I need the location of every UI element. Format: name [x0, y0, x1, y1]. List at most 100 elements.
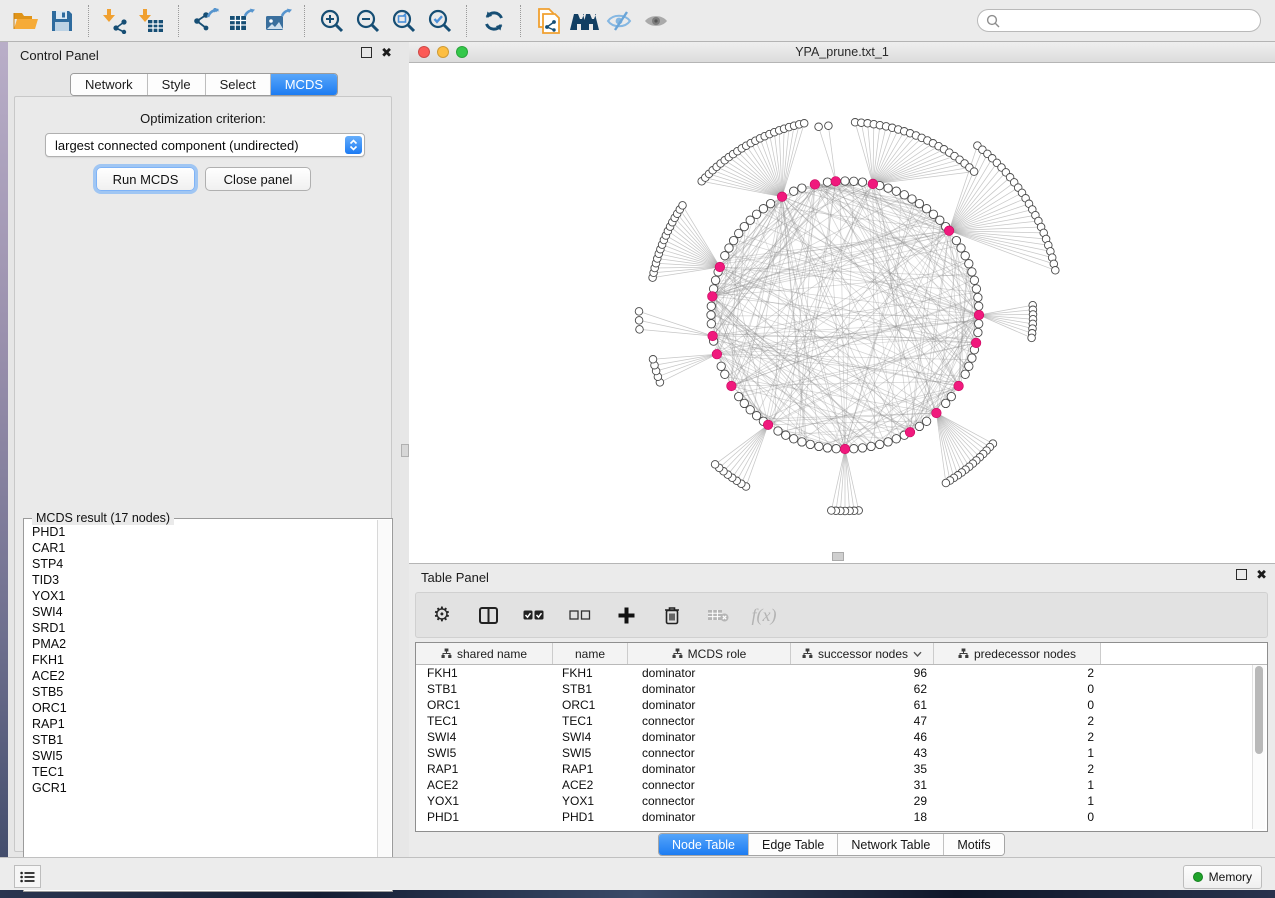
table-cell[interactable]: 18 — [791, 810, 934, 824]
network-canvas[interactable] — [409, 63, 1275, 563]
table-cell[interactable]: 1 — [934, 746, 1101, 760]
table-cell[interactable]: 2 — [934, 714, 1101, 728]
mcds-result-item[interactable]: SWI4 — [32, 604, 378, 620]
table-cell[interactable]: YOX1 — [553, 794, 628, 808]
search-input[interactable] — [1005, 13, 1252, 29]
table-cell[interactable]: 46 — [791, 730, 934, 744]
show-columns-icon[interactable] — [476, 603, 500, 627]
mcds-result-item[interactable]: TEC1 — [32, 764, 378, 780]
table-cell[interactable]: 62 — [791, 682, 934, 696]
table-cell[interactable]: ORC1 — [553, 698, 628, 712]
export-network-icon[interactable] — [188, 5, 224, 37]
table-cell[interactable]: 2 — [934, 762, 1101, 776]
copy-network-style-icon[interactable] — [530, 5, 566, 37]
column-header-successor-nodes[interactable]: successor nodes — [791, 643, 934, 664]
table-row[interactable]: ORC1ORC1dominator610 — [416, 697, 1267, 713]
table-cell[interactable]: dominator — [628, 698, 791, 712]
select-all-icon[interactable] — [522, 603, 546, 627]
mcds-list-scrollbar[interactable] — [377, 520, 391, 890]
table-cell[interactable]: RAP1 — [553, 762, 628, 776]
mcds-result-item[interactable]: PHD1 — [32, 524, 378, 540]
optimization-criterion-select[interactable]: largest connected component (undirected) — [45, 133, 365, 157]
table-cell[interactable]: 1 — [934, 794, 1101, 808]
mcds-result-item[interactable]: PMA2 — [32, 636, 378, 652]
column-header-MCDS-role[interactable]: MCDS role — [628, 643, 791, 664]
table-cell[interactable]: dominator — [628, 762, 791, 776]
table-scrollbar[interactable] — [1252, 665, 1265, 829]
function-builder-icon[interactable]: f(x) — [752, 603, 776, 627]
table-cell[interactable]: TEC1 — [553, 714, 628, 728]
table-cell[interactable]: connector — [628, 714, 791, 728]
mcds-result-item[interactable]: RAP1 — [32, 716, 378, 732]
table-options-icon[interactable]: ⚙ — [430, 603, 454, 627]
table-cell[interactable]: dominator — [628, 810, 791, 824]
mcds-result-item[interactable]: SWI5 — [32, 748, 378, 764]
table-cell[interactable]: 47 — [791, 714, 934, 728]
show-all-icon[interactable] — [638, 5, 674, 37]
hide-selected-icon[interactable] — [602, 5, 638, 37]
table-row[interactable]: STB1STB1dominator620 — [416, 681, 1267, 697]
zoom-out-icon[interactable] — [350, 5, 386, 37]
tab-node-table[interactable]: Node Table — [659, 834, 749, 855]
horizontal-splitter-handle[interactable] — [832, 552, 844, 561]
table-cell[interactable]: 43 — [791, 746, 934, 760]
task-history-button[interactable] — [14, 865, 41, 888]
table-cell[interactable]: ACE2 — [416, 778, 553, 792]
mcds-result-list[interactable]: PHD1CAR1STP4TID3YOX1SWI4SRD1PMA2FKH1ACE2… — [25, 522, 378, 890]
table-cell[interactable]: 2 — [934, 666, 1101, 680]
table-cell[interactable]: SWI5 — [553, 746, 628, 760]
splitter-handle[interactable] — [401, 444, 409, 457]
table-cell[interactable]: dominator — [628, 666, 791, 680]
delete-table-icon[interactable] — [706, 603, 730, 627]
mcds-result-item[interactable]: ACE2 — [32, 668, 378, 684]
table-cell[interactable]: YOX1 — [416, 794, 553, 808]
table-cell[interactable]: 0 — [934, 698, 1101, 712]
table-cell[interactable]: connector — [628, 778, 791, 792]
table-cell[interactable]: ORC1 — [416, 698, 553, 712]
table-row[interactable]: SWI4SWI4dominator462 — [416, 729, 1267, 745]
table-row[interactable]: TEC1TEC1connector472 — [416, 713, 1267, 729]
close-panel-icon[interactable]: ✖ — [381, 47, 392, 58]
table-cell[interactable]: connector — [628, 746, 791, 760]
float-window-icon[interactable] — [1236, 569, 1247, 580]
import-table-icon[interactable] — [134, 5, 170, 37]
deselect-all-icon[interactable] — [568, 603, 592, 627]
delete-column-icon[interactable] — [660, 603, 684, 627]
refresh-icon[interactable] — [476, 5, 512, 37]
mcds-result-item[interactable]: YOX1 — [32, 588, 378, 604]
column-header-name[interactable]: name — [553, 643, 628, 664]
close-panel-button[interactable]: Close panel — [205, 167, 311, 191]
birds-eye-view-icon[interactable] — [566, 5, 602, 37]
float-window-icon[interactable] — [361, 47, 372, 58]
export-table-icon[interactable] — [224, 5, 260, 37]
table-row[interactable]: FKH1FKH1dominator962 — [416, 665, 1267, 681]
column-header-predecessor-nodes[interactable]: predecessor nodes — [934, 643, 1101, 664]
table-cell[interactable]: 35 — [791, 762, 934, 776]
table-row[interactable]: SWI5SWI5connector431 — [416, 745, 1267, 761]
mcds-result-item[interactable]: CAR1 — [32, 540, 378, 556]
open-file-icon[interactable] — [8, 5, 44, 37]
mcds-result-item[interactable]: SRD1 — [32, 620, 378, 636]
tab-style[interactable]: Style — [148, 74, 206, 95]
table-cell[interactable]: STB1 — [416, 682, 553, 696]
table-cell[interactable]: RAP1 — [416, 762, 553, 776]
mcds-result-item[interactable]: TID3 — [32, 572, 378, 588]
search-field[interactable] — [977, 9, 1261, 32]
memory-button[interactable]: Memory — [1183, 865, 1262, 889]
table-cell[interactable]: dominator — [628, 730, 791, 744]
tab-network-table[interactable]: Network Table — [838, 834, 944, 855]
tab-network[interactable]: Network — [71, 74, 148, 95]
import-network-icon[interactable] — [98, 5, 134, 37]
table-scrollbar-thumb[interactable] — [1255, 666, 1263, 754]
tab-motifs[interactable]: Motifs — [944, 834, 1003, 855]
table-cell[interactable]: 0 — [934, 682, 1101, 696]
table-cell[interactable]: SWI4 — [416, 730, 553, 744]
table-row[interactable]: PHD1PHD1dominator180 — [416, 809, 1267, 825]
column-header-shared-name[interactable]: shared name — [416, 643, 553, 664]
network-window-titlebar[interactable]: YPA_prune.txt_1 — [409, 42, 1275, 63]
close-panel-icon[interactable]: ✖ — [1256, 569, 1267, 580]
table-cell[interactable]: SWI5 — [416, 746, 553, 760]
table-cell[interactable]: connector — [628, 794, 791, 808]
zoom-fit-icon[interactable] — [386, 5, 422, 37]
table-row[interactable]: RAP1RAP1dominator352 — [416, 761, 1267, 777]
